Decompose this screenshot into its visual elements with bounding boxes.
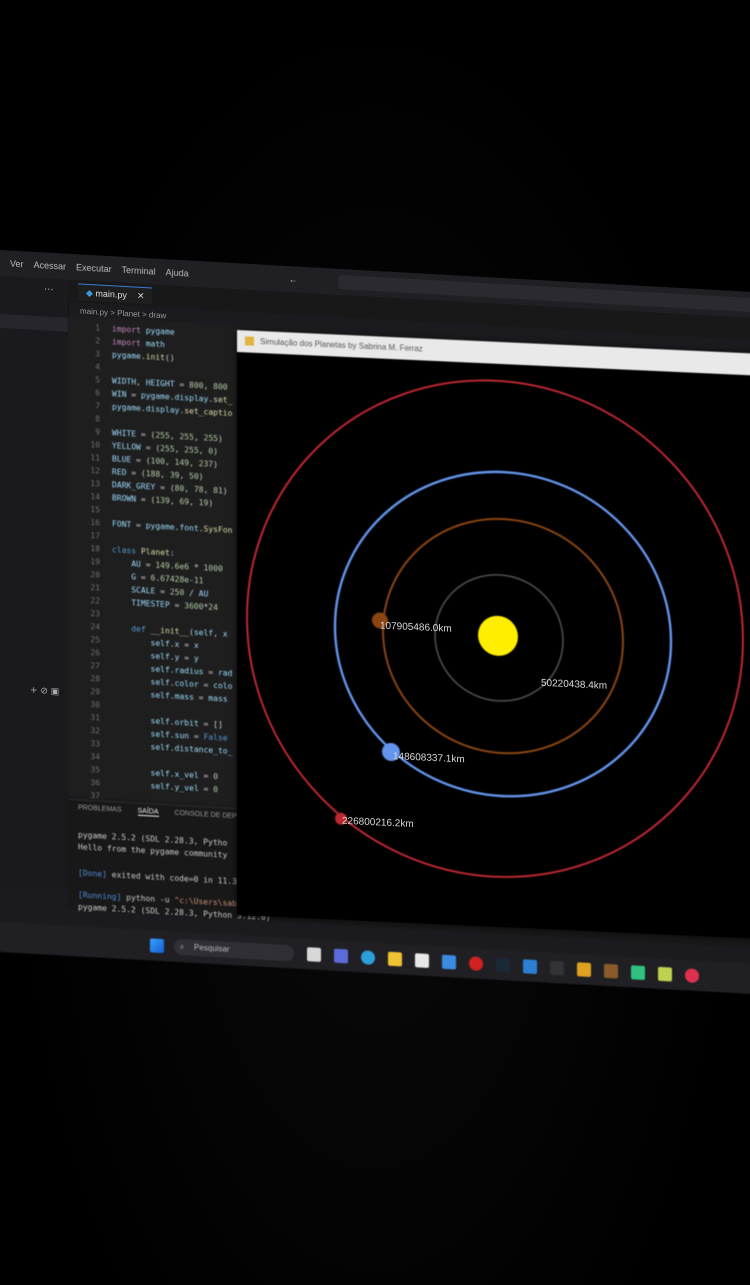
code-text: import pygame — [112, 324, 175, 337]
running-cmd: python -u — [121, 892, 175, 905]
code-text: self.x_vel = 0 — [150, 768, 218, 782]
line-number: 30 — [90, 700, 100, 710]
tab-label: main.py — [95, 288, 127, 301]
explorer-sidebar: ··· + ⊘ ▣ — [0, 276, 69, 890]
code-text: FONT = pygame.font.SysFon — [112, 519, 233, 535]
line-number: 16 — [90, 518, 100, 528]
line-number: 32 — [90, 726, 100, 736]
menu-item-terminal[interactable]: Terminal — [122, 265, 156, 277]
line-number: 27 — [90, 661, 100, 671]
menu-item-acessar[interactable]: Acessar — [34, 260, 67, 272]
tab-console[interactable]: CONSOLE DE DEPU — [175, 810, 242, 821]
running-tag: [Running] — [78, 890, 122, 902]
line-number: 28 — [90, 674, 100, 684]
line-number: 26 — [90, 648, 100, 658]
line-number: 36 — [90, 778, 100, 788]
opera-icon[interactable] — [469, 956, 483, 972]
nav-back-icon[interactable]: ← — [289, 274, 298, 285]
search-icon: ⌕ — [180, 942, 185, 952]
photo-background: Ver Acessar Executar Terminal Ajuda ← ··… — [0, 0, 750, 1285]
line-number: 12 — [90, 466, 100, 476]
mail-icon[interactable] — [442, 954, 456, 970]
code-text: self.orbit = [] — [150, 716, 223, 730]
tab-problemas[interactable]: PROBLEMAS — [78, 804, 122, 813]
app-icon[interactable] — [577, 962, 591, 978]
window-title: Simulação dos Planetas by Sabrina M. Fer… — [260, 337, 423, 354]
pygame-icon — [245, 336, 254, 347]
windows-start-icon[interactable] — [150, 938, 164, 954]
earth-distance-label: 148608337.1km — [393, 751, 465, 765]
code-text: class Planet: — [112, 545, 175, 558]
mercury-distance-label: 50220438.4km — [541, 678, 607, 692]
more-icon[interactable]: ··· — [44, 284, 54, 296]
menu-item-ver[interactable]: Ver — [10, 259, 24, 270]
store-icon[interactable] — [415, 953, 429, 968]
task-view-icon[interactable] — [307, 947, 321, 962]
app-icon[interactable] — [685, 968, 699, 984]
line-number: 29 — [90, 687, 100, 697]
line-number: 2 — [95, 336, 100, 346]
pygame-window[interactable]: Simulação dos Planetas by Sabrina M. Fer… — [237, 330, 750, 940]
sidebar-actions-icon[interactable]: + ⊘ ▣ — [30, 686, 59, 698]
line-number: 9 — [95, 427, 100, 437]
line-number: 14 — [90, 492, 100, 502]
vscode-icon[interactable] — [523, 959, 537, 975]
close-tab-icon[interactable]: ✕ — [137, 291, 145, 301]
line-number: 11 — [90, 453, 100, 463]
code-text: WHITE = (255, 255, 255) — [112, 428, 223, 444]
tab-saida[interactable]: SAÍDA — [137, 807, 159, 817]
line-number: 10 — [90, 440, 100, 450]
line-number: 19 — [90, 557, 100, 567]
line-number: 21 — [90, 583, 100, 593]
menu-item-executar[interactable]: Executar — [76, 262, 112, 274]
code-text: AU = 149.6e6 * 1000 — [131, 559, 223, 574]
line-number: 5 — [95, 375, 100, 385]
teams-icon[interactable] — [334, 948, 348, 964]
tab-main-py[interactable]: ◆ main.py ✕ — [78, 283, 153, 305]
line-number: 22 — [90, 596, 100, 606]
line-number: 1 — [95, 323, 100, 333]
line-number: 7 — [95, 401, 100, 411]
done-tag: [Done] — [78, 868, 107, 879]
line-number: 4 — [95, 362, 100, 372]
line-number: 24 — [90, 622, 100, 632]
line-number: 18 — [90, 544, 100, 554]
line-number: 8 — [95, 414, 100, 424]
line-number: 20 — [90, 570, 100, 580]
minecraft-icon[interactable] — [604, 963, 618, 979]
explorer-selected-row[interactable] — [0, 314, 68, 332]
taskbar-search-label: Pesquisar — [194, 942, 230, 954]
app-icon[interactable] — [631, 965, 645, 981]
line-number: 31 — [90, 713, 100, 723]
sun — [478, 615, 518, 656]
line-number: 6 — [95, 388, 100, 398]
menu-item-ajuda[interactable]: Ajuda — [166, 267, 189, 278]
panel-tabs: PROBLEMAS SAÍDA CONSOLE DE DEPU — [78, 804, 256, 821]
mars-distance-label: 226800216.2km — [342, 816, 414, 830]
simulation-canvas: 107905486.0km 50220438.4km 148608337.1km… — [246, 379, 744, 878]
line-number: 34 — [90, 752, 100, 762]
app-icon[interactable] — [658, 966, 672, 982]
taskbar-search[interactable]: ⌕ Pesquisar — [174, 938, 294, 962]
line-number: 23 — [90, 609, 100, 619]
python-file-icon: ◆ — [86, 287, 96, 299]
line-number: 25 — [90, 635, 100, 645]
venus-distance-label: 107905486.0km — [380, 620, 452, 634]
file-explorer-icon[interactable] — [388, 951, 402, 967]
line-number: 35 — [90, 765, 100, 775]
epic-games-icon[interactable] — [550, 960, 564, 976]
line-number: 13 — [90, 479, 100, 489]
line-number: 17 — [90, 531, 100, 541]
line-number: 33 — [90, 739, 100, 749]
line-number: 3 — [95, 349, 100, 359]
line-number: 15 — [90, 505, 100, 515]
edge-icon[interactable] — [361, 950, 375, 965]
code-text: pygame.init() — [112, 350, 175, 363]
code-text: import math — [112, 337, 165, 350]
steam-icon[interactable] — [496, 957, 510, 973]
